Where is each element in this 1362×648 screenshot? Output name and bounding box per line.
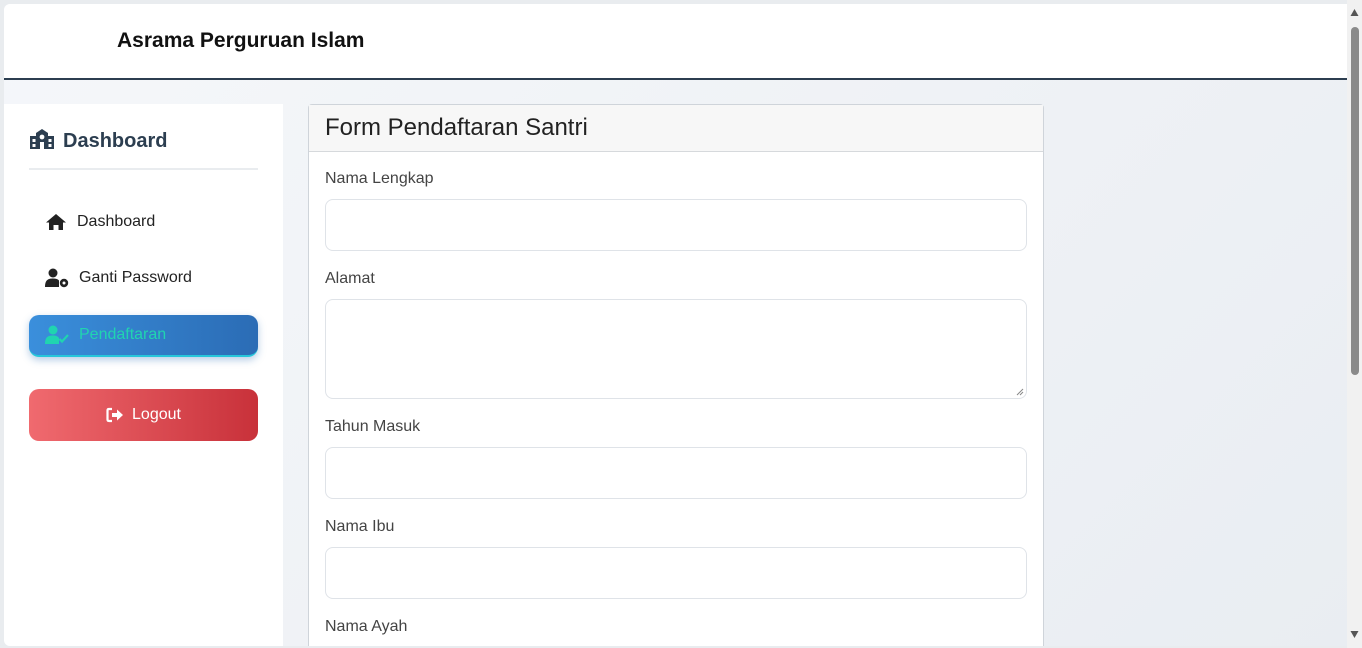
alamat-label: Alamat [325,270,375,287]
vertical-scrollbar[interactable] [1347,0,1362,648]
nama-lengkap-label: Nama Lengkap [325,170,434,187]
sidebar-item-label: Ganti Password [79,269,192,286]
sidebar: Dashboard Dashboard Ganti Password Penda… [4,104,283,646]
form-title: Form Pendaftaran Santri [309,105,1043,152]
nama-ibu-label: Nama Ibu [325,518,395,535]
home-icon [45,213,67,231]
sidebar-item-ganti-password[interactable]: Ganti Password [29,257,258,299]
sign-out-icon [106,407,124,423]
user-check-icon [45,325,69,345]
sidebar-item-label: Pendaftaran [79,326,167,343]
top-navbar: Asrama Perguruan Islam [4,4,1347,80]
sidebar-item-pendaftaran[interactable]: Pendaftaran [29,315,258,357]
sidebar-title: Dashboard [63,130,168,152]
sidebar-item-label: Dashboard [77,213,156,230]
logout-button[interactable]: Logout [29,389,258,441]
tahun-masuk-input[interactable] [325,447,1027,499]
nama-ibu-input[interactable] [325,547,1027,599]
app-window: Asrama Perguruan Islam Dashboard Dashboa… [4,4,1358,646]
scroll-thumb[interactable] [1351,27,1359,375]
nama-lengkap-input[interactable] [325,199,1027,251]
scroll-down-arrow-icon[interactable] [1350,630,1359,639]
sidebar-header: Dashboard [29,128,258,170]
resize-grip-icon[interactable] [1016,388,1024,396]
sidebar-item-dashboard[interactable]: Dashboard [29,201,258,243]
user-cog-icon [45,268,69,288]
school-icon [29,128,55,150]
nama-ayah-label: Nama Ayah [325,618,408,635]
tahun-masuk-label: Tahun Masuk [325,418,421,435]
logout-label: Logout [132,406,181,423]
alamat-textarea[interactable] [325,299,1027,399]
site-title: Asrama Perguruan Islam [117,29,365,52]
registration-form-card: Form Pendaftaran Santri Nama Lengkap Ala… [308,104,1044,646]
scroll-up-arrow-icon[interactable] [1350,8,1359,17]
